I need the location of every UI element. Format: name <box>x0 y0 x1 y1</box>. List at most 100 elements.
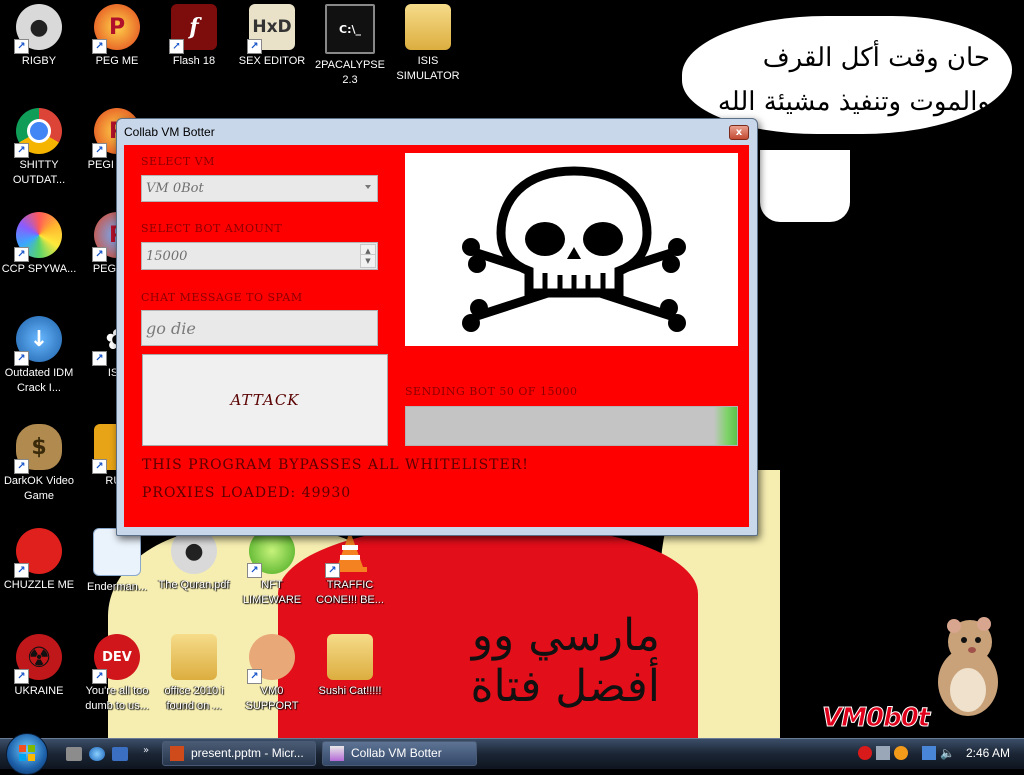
windows-logo-icon <box>19 745 35 761</box>
sending-status-label: SENDING BOT 50 OF 15000 <box>405 385 578 398</box>
peg-logo-icon: P↗ <box>92 4 140 54</box>
desktop-icon-2pacalypse[interactable]: C:\_ 2PACALYPSE 2.3 <box>312 4 388 88</box>
bot-amount-value: 15000 <box>146 248 188 264</box>
network-icon[interactable] <box>922 746 936 760</box>
desktop-icon-label: You're all too dumb to us... <box>85 685 149 712</box>
desktop-icon-label: office 2010 i found on ... <box>164 685 224 712</box>
desktop-icon-traffic-cone[interactable]: ↗ TRAFFIC CONE!!! BE... <box>312 528 388 608</box>
raccoon-icon: ● ↗ <box>14 4 62 54</box>
desktop-icon-label: CCP SPYWA... <box>1 263 77 275</box>
desktop-icon-label: Outdated IDM Crack I... <box>4 367 74 394</box>
powerpoint-icon <box>170 746 184 761</box>
chat-message-input[interactable]: go die <box>141 310 378 346</box>
taskbar: » present.pptm - Micr... Collab VM Botte… <box>0 733 1024 775</box>
wallpaper-speech-text: حان وقت أكل القرف والموت وتنفيذ مشيئة ال… <box>690 36 990 124</box>
desktop-icon-label: PEG ME <box>95 55 139 67</box>
start-button[interactable] <box>6 733 48 775</box>
taskbar-button-collab-vm-botter[interactable]: Collab VM Botter <box>322 741 477 766</box>
console-window-icon: C:\_ <box>325 4 375 54</box>
select-vm-label: SELECT VM <box>141 155 215 168</box>
wallpaper-shirt-text: مارسي وو أفضل فتاة <box>470 610 661 712</box>
wallpaper-signature: VM0b0t <box>821 703 930 734</box>
attack-button[interactable]: ATTACK <box>142 354 388 446</box>
quicklaunch-show-desktop-icon[interactable] <box>112 747 128 761</box>
quicklaunch-explorer-icon[interactable] <box>66 747 82 761</box>
dev-cpp-icon: DEV ↗ <box>92 634 140 684</box>
spin-down-arrow-icon[interactable]: ▼ <box>360 254 376 268</box>
desktop-icon-ukraine[interactable]: ☢ ↗ UKRAINE <box>1 634 77 699</box>
desktop-icon-label: Sushi Cat!!!!! <box>318 685 382 697</box>
chat-message-value: go die <box>146 318 196 338</box>
desktop-icon-label: The Quran.pdf <box>158 579 230 591</box>
proxies-loaded-text: PROXIES LOADED: 49930 <box>142 485 352 501</box>
desktop-icon-darkok[interactable]: $ ↗ DarkOK Video Game <box>1 424 77 504</box>
folder-icon <box>405 4 451 50</box>
bypass-notice: THIS PROGRAM BYPASSES ALL WHITELISTER! <box>142 457 529 473</box>
bot-amount-label: SELECT BOT AMOUNT <box>141 222 283 235</box>
desktop-icon-label: Flash 18 <box>172 55 216 67</box>
tray-app-icon[interactable] <box>876 746 890 760</box>
desktop-icon-vm0-support[interactable]: ↗ VM0 SUPPORT <box>234 634 310 714</box>
radiation-icon: ☢ ↗ <box>14 634 62 684</box>
system-clock[interactable]: 2:46 AM <box>966 746 1010 760</box>
desktop-icon-label: RIGBY <box>21 55 57 67</box>
quicklaunch-ie-icon[interactable] <box>89 747 105 761</box>
desktop-icon-label: ISIS SIMULATOR <box>396 55 460 82</box>
taskbar-button-label: present.pptm - Micr... <box>191 746 304 760</box>
security-alert-icon[interactable] <box>858 746 872 760</box>
chat-message-label: CHAT MESSAGE TO SPAM <box>141 291 303 304</box>
desktop-icon-flash[interactable]: f ↗ Flash 18 <box>156 4 232 69</box>
desktop-icon-rigby[interactable]: ● ↗ RIGBY <box>1 4 77 69</box>
collab-vm-botter-window: Collab VM Botter x SELECT VM VM 0Bot SEL… <box>116 118 758 536</box>
desktop-icon-sex-editor[interactable]: HxD ↗ SEX EDITOR <box>234 4 310 69</box>
chevron-down-icon[interactable] <box>365 185 371 189</box>
search-icon[interactable] <box>894 746 908 760</box>
wallpaper-white-shape <box>760 150 850 222</box>
desktop-icon-idm[interactable]: ↓ ↗ Outdated IDM Crack I... <box>1 316 77 396</box>
globe-download-icon: ↓ ↗ <box>14 316 62 366</box>
select-vm-value: VM 0Bot <box>146 181 204 196</box>
send-progress-bar <box>405 406 738 446</box>
taskbar-button-label: Collab VM Botter <box>351 746 442 760</box>
desktop-icon-label: Enderman... <box>87 581 147 593</box>
money-bag-icon: $ ↗ <box>14 424 62 474</box>
desktop-icon-label: DarkOK Video Game <box>3 475 75 502</box>
chrome-icon: ↗ <box>14 108 62 158</box>
desktop-icon-ccp-spyware[interactable]: ↗ CCP SPYWA... <box>1 212 77 277</box>
select-vm-dropdown[interactable]: VM 0Bot <box>141 175 378 202</box>
folder-icon <box>327 634 373 680</box>
desktop-icon-sushi-cat[interactable]: Sushi Cat!!!!! <box>312 634 388 699</box>
folder-icon <box>171 634 217 680</box>
support-person-icon: ↗ <box>247 634 295 684</box>
desktop-icon-chuzzle[interactable]: ↗ CHUZZLE ME <box>1 528 77 593</box>
flash-icon: f ↗ <box>169 4 217 54</box>
desktop-icon-label: CHUZZLE ME <box>3 579 75 591</box>
desktop-icon-label: 2PACALYPSE 2.3 <box>315 59 385 86</box>
desktop-icon-office-2010[interactable]: office 2010 i found on ... <box>156 634 232 714</box>
colorful-pinwheel-icon: ↗ <box>14 212 62 262</box>
taskbar-button-powerpoint[interactable]: present.pptm - Micr... <box>162 741 316 766</box>
desktop-icon-quran-pdf[interactable]: ● The Quran.pdf <box>156 528 232 593</box>
skull-crossbones-icon <box>462 166 686 332</box>
desktop-icon-chrome[interactable]: ↗ SHITTY OUTDAT... <box>1 108 77 188</box>
hamster-icon <box>938 617 998 716</box>
desktop-icon-isis-simulator[interactable]: ISIS SIMULATOR <box>390 4 466 84</box>
volume-icon[interactable]: 🔈 <box>940 746 955 760</box>
bot-amount-stepper[interactable]: 15000 ▲ ▼ <box>141 242 378 270</box>
desktop-icon-peg-me[interactable]: P ↗ PEG ME <box>79 4 155 69</box>
desktop-icon-enderman[interactable]: Enderman... <box>79 528 155 595</box>
wallpaper-speech-line-1: حان وقت أكل القرف <box>762 43 990 73</box>
desktop-icon-label: SEX EDITOR <box>238 55 306 67</box>
desktop-icon-label: SHITTY OUTDAT... <box>12 159 66 186</box>
desktop-icon-nft-limeware[interactable]: ↗ NFT LIMEWARE <box>234 528 310 608</box>
skull-image-panel <box>405 153 738 346</box>
desktop-icon-dev-cpp[interactable]: DEV ↗ You're all too dumb to us... <box>79 634 155 714</box>
quicklaunch-expand-icon[interactable]: » <box>143 745 149 756</box>
app-window-icon <box>330 746 344 761</box>
desktop-icon-label: VM0 SUPPORT <box>245 685 299 712</box>
window-client-area: SELECT VM VM 0Bot SELECT BOT AMOUNT 1500… <box>124 145 749 527</box>
desktop-icon-label: TRAFFIC CONE!!! BE... <box>316 579 384 606</box>
window-titlebar[interactable]: Collab VM Botter x <box>117 119 757 145</box>
close-button[interactable]: x <box>729 125 749 140</box>
send-progress-fill <box>406 407 737 445</box>
